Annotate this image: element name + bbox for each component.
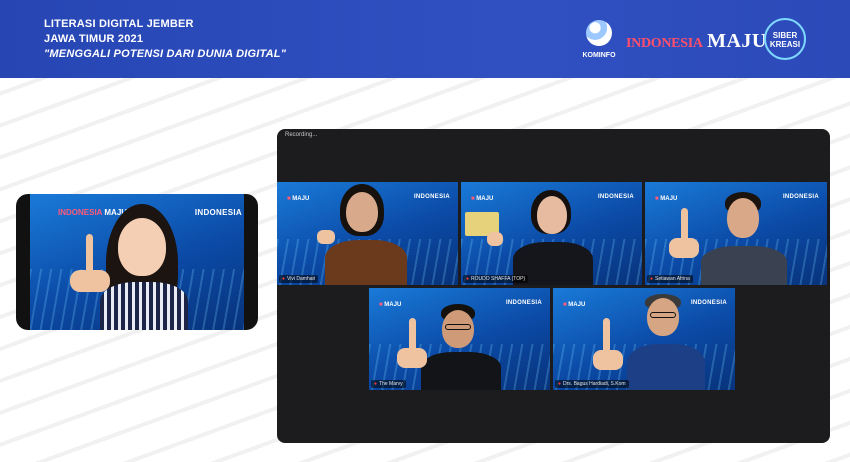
participant-tile[interactable]: ■ MAJU INDONESIA ● The Marvy xyxy=(369,288,550,390)
speaker-striped-shirt xyxy=(100,282,188,330)
participant-name-tag: ● ROUDO SHAFFA (TOP) xyxy=(463,275,529,283)
participant-name-tag: ● Drs. Bagus Hardiadi, S.Kom xyxy=(555,380,629,388)
tile-brand: INDONESIA xyxy=(690,300,727,306)
mic-muted-icon: ● xyxy=(558,381,562,387)
participant-face xyxy=(346,192,378,232)
participant-tile[interactable]: ■ MAJU INDONESIA ● Setiawan Afrina xyxy=(645,182,827,285)
tile-logo: ■ MAJU xyxy=(471,196,494,202)
participant-hand xyxy=(593,350,623,370)
banner-title-block: LITERASI DIGITAL JEMBER JAWA TIMUR 2021 … xyxy=(44,17,286,62)
participant-shirt xyxy=(701,246,787,285)
siberkreasi-logo: SIBER KREASI xyxy=(764,18,806,60)
solo-video-brand: INDONESIA xyxy=(194,208,242,217)
participant-face xyxy=(727,198,759,238)
tile-logo: ■ MAJU xyxy=(379,302,402,308)
kreasi-logo-text: KREASI xyxy=(769,40,801,49)
siber-logo-text: SIBER xyxy=(772,31,798,40)
tile-brand: INDONESIA xyxy=(782,194,819,200)
solo-video-logo: INDONESIA MAJU xyxy=(58,208,128,217)
tile-brand: INDONESIA xyxy=(505,300,542,306)
tile-logo: ■ MAJU xyxy=(563,302,586,308)
participant-tile[interactable]: ■ MAJU INDONESIA ● Drs. Bagus Hardiadi, S… xyxy=(553,288,735,390)
tile-brand: INDONESIA xyxy=(413,194,450,200)
maju-logo-text: MAJU xyxy=(707,30,767,52)
participant-tile[interactable]: ■ MAJU INDONESIA ● Vivi Damhari xyxy=(277,182,458,285)
kominfo-emblem-icon xyxy=(586,20,612,46)
tile-logo: ■ MAJU xyxy=(655,196,678,202)
solo-video-frame: INDONESIA MAJU INDONESIA xyxy=(30,194,244,330)
banner-title: LITERASI DIGITAL JEMBER xyxy=(44,18,194,30)
kominfo-logo: KOMINFO xyxy=(578,16,620,66)
participant-hand xyxy=(669,238,699,258)
event-banner: LITERASI DIGITAL JEMBER JAWA TIMUR 2021 … xyxy=(0,0,850,78)
participant-hand xyxy=(317,230,335,244)
participant-hand xyxy=(487,232,503,246)
participant-name-tag: ● The Marvy xyxy=(371,380,406,388)
speaker-face xyxy=(118,218,166,276)
participant-tile[interactable]: ■ MAJU INDONESIA ● ROUDO SHAFFA (TOP) xyxy=(461,182,642,285)
banner-tagline: "MENGGALI POTENSI DARI DUNIA DIGITAL" xyxy=(44,48,287,60)
participant-shirt xyxy=(421,352,501,390)
tile-brand: INDONESIA xyxy=(597,194,634,200)
indonesia-logo-text: INDONESIA xyxy=(626,36,703,51)
kominfo-label: KOMINFO xyxy=(582,52,616,59)
solo-speaker-video[interactable]: INDONESIA MAJU INDONESIA xyxy=(16,194,258,330)
mic-muted-icon: ● xyxy=(374,381,378,387)
glasses-icon xyxy=(650,312,676,318)
participant-name-tag: ● Setiawan Afrina xyxy=(647,275,693,283)
banner-region: JAWA TIMUR 2021 xyxy=(44,33,144,45)
participant-shirt xyxy=(627,344,705,390)
participant-name-tag: ● Vivi Damhari xyxy=(279,275,319,283)
participant-face xyxy=(537,196,567,234)
zoom-gallery-window[interactable]: Recording... ■ MAJU INDONESIA ● Vivi Damh… xyxy=(277,129,830,443)
mic-muted-icon: ● xyxy=(466,276,470,282)
tile-logo: ■ MAJU xyxy=(287,196,310,202)
indonesia-maju-logo: INDONESIA MAJU xyxy=(626,30,767,56)
mic-muted-icon: ● xyxy=(650,276,654,282)
participant-batik-shirt xyxy=(325,240,407,285)
glasses-icon xyxy=(445,324,471,330)
zoom-window-title: Recording... xyxy=(285,132,318,138)
participant-hand xyxy=(397,348,427,368)
speaker-hand xyxy=(70,270,110,292)
mic-muted-icon: ● xyxy=(282,276,286,282)
